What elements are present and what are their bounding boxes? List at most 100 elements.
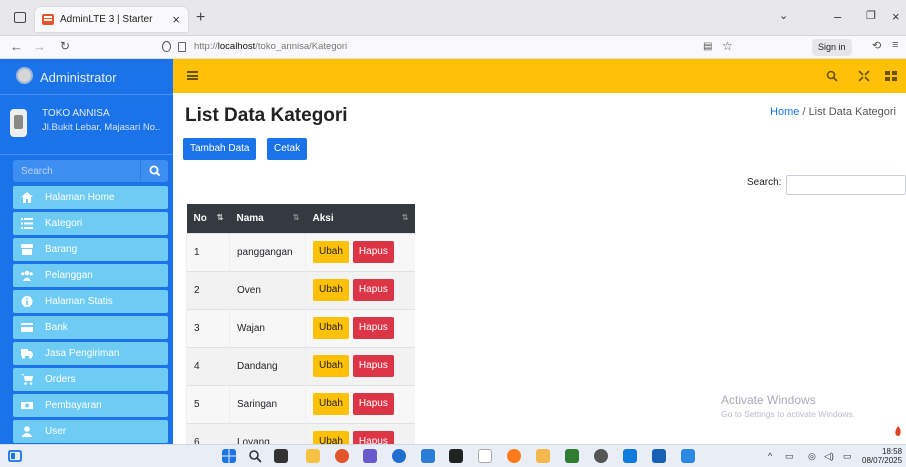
sidebar-item-label: Orders xyxy=(45,374,76,385)
bookmark-star-icon[interactable]: ☆ xyxy=(722,39,733,53)
sidebar-item-halaman-home[interactable]: Halaman Home xyxy=(13,186,168,209)
task-view-icon[interactable] xyxy=(274,449,288,463)
cart-icon xyxy=(21,374,33,385)
extensions-icon[interactable]: ⟲ xyxy=(872,39,881,52)
hapus-button[interactable]: Hapus xyxy=(352,431,394,444)
ubah-button[interactable]: Ubah xyxy=(313,355,349,377)
sign-in-button[interactable]: Sign in xyxy=(812,39,852,56)
table-search-input[interactable] xyxy=(786,175,906,195)
sidebar-search-input[interactable] xyxy=(13,160,140,182)
hapus-button[interactable]: Hapus xyxy=(352,355,394,377)
minimize-icon[interactable]: – xyxy=(834,9,841,24)
truck-icon xyxy=(21,349,33,359)
windows-taskbar: ^ ▭ ◎ ◁) ▭ 18:58 08/07/2025 xyxy=(0,444,906,467)
app-icon-10[interactable] xyxy=(565,449,579,463)
cell-aksi: Ubah Hapus xyxy=(305,270,415,309)
system-clock[interactable]: 18:58 08/07/2025 xyxy=(862,447,902,465)
edge-icon[interactable] xyxy=(392,449,406,463)
sidebar-item-kategori[interactable]: Kategori xyxy=(13,212,168,235)
cell-no: 6 xyxy=(186,422,230,444)
close-tab-icon[interactable]: × xyxy=(172,12,180,27)
ubah-button[interactable]: Ubah xyxy=(313,317,349,339)
table-row: 4 Dandang Ubah Hapus xyxy=(186,346,415,385)
scroll-to-top-button[interactable] xyxy=(890,420,906,442)
app-icon-7[interactable] xyxy=(478,449,492,463)
ubah-button[interactable]: Ubah xyxy=(313,431,349,444)
sidebar-item-barang[interactable]: Barang xyxy=(13,238,168,261)
close-window-icon[interactable]: × xyxy=(892,9,900,24)
app-icon-3[interactable] xyxy=(363,449,377,463)
app-icon-11[interactable] xyxy=(594,449,608,463)
tambah-data-button[interactable]: Tambah Data xyxy=(183,138,257,160)
hapus-button[interactable]: Hapus xyxy=(352,279,394,301)
sidebar: Administrator TOKO ANNISA Jl.Bukit Lebar… xyxy=(0,59,173,444)
brand-text: Administrator xyxy=(40,70,117,85)
breadcrumb-home-link[interactable]: Home xyxy=(770,106,799,118)
sidebar-item-pembayaran[interactable]: Pembayaran xyxy=(13,394,168,417)
address-bar[interactable]: http://localhost/toko_annisa/Kategori xyxy=(178,39,738,56)
sidebar-item-orders[interactable]: Orders xyxy=(13,368,168,391)
url-text[interactable]: http://localhost/toko_annisa/Kategori xyxy=(194,41,347,52)
tab-overview-icon[interactable] xyxy=(14,12,26,23)
restore-icon[interactable]: ❐ xyxy=(866,9,876,22)
sidebar-item-bank[interactable]: Bank xyxy=(13,316,168,339)
cell-nama: Wajan xyxy=(229,308,306,347)
battery-icon[interactable]: ▭ xyxy=(843,451,852,462)
browser-tab[interactable]: AdminLTE 3 | Starter × xyxy=(35,7,188,32)
file-explorer-icon[interactable] xyxy=(536,449,550,463)
fullscreen-icon[interactable] xyxy=(858,70,870,82)
sidebar-item-label: Halaman Home xyxy=(45,192,115,203)
windows-start-icon[interactable] xyxy=(222,449,236,463)
app-icon-5[interactable] xyxy=(421,449,435,463)
cetak-button[interactable]: Cetak xyxy=(267,138,308,160)
app-icon-2[interactable] xyxy=(335,449,349,463)
app-icon-12[interactable] xyxy=(623,449,637,463)
column-header-no[interactable]: No ⇅ xyxy=(186,204,230,233)
sidebar-search-button[interactable] xyxy=(140,160,168,182)
search-icon[interactable] xyxy=(248,449,262,463)
sidebar-item-label: Halaman Statis xyxy=(45,296,113,307)
firefox-icon[interactable] xyxy=(507,449,521,463)
cell-aksi: Ubah Hapus xyxy=(305,232,415,271)
hapus-button[interactable]: Hapus xyxy=(352,241,394,263)
reload-icon[interactable]: ↻ xyxy=(60,39,70,53)
column-header-aksi[interactable]: Aksi ⇅ xyxy=(305,204,415,233)
menu-icon[interactable]: ≡ xyxy=(892,39,898,51)
widgets-icon[interactable] xyxy=(8,449,22,463)
users-icon xyxy=(21,270,33,281)
chevron-down-icon[interactable]: ⌄ xyxy=(779,9,788,22)
app-icon-13[interactable] xyxy=(652,449,666,463)
grid-icon[interactable] xyxy=(885,70,897,82)
reader-view-icon[interactable]: ▤ xyxy=(703,41,712,52)
sidebar-item-halaman-statis[interactable]: Halaman Statis xyxy=(13,290,168,313)
tray-app-icon[interactable]: ▭ xyxy=(785,451,794,462)
sidebar-item-jasa-pengiriman[interactable]: Jasa Pengiriman xyxy=(13,342,168,365)
column-header-nama[interactable]: Nama ⇅ xyxy=(229,204,306,233)
back-icon[interactable]: ← xyxy=(10,39,23,54)
hapus-button[interactable]: Hapus xyxy=(352,317,394,339)
network-icon[interactable]: ◎ xyxy=(808,451,816,462)
hamburger-menu-icon[interactable] xyxy=(187,71,198,80)
browser-nav-bar: ← → ↻ http://localhost/toko_annisa/Kateg… xyxy=(0,36,906,59)
hapus-button[interactable]: Hapus xyxy=(352,393,394,415)
tracking-shield-icon[interactable] xyxy=(162,41,171,52)
app-icon-6[interactable] xyxy=(449,449,463,463)
vscode-icon[interactable] xyxy=(681,449,695,463)
sidebar-item-user[interactable]: User xyxy=(13,420,168,443)
tray-chevron-icon[interactable]: ^ xyxy=(768,451,772,461)
forward-icon[interactable]: → xyxy=(33,39,46,54)
table-row: 5 Saringan Ubah Hapus xyxy=(186,384,415,423)
ubah-button[interactable]: Ubah xyxy=(313,279,349,301)
brand-link[interactable]: Administrator xyxy=(0,59,173,95)
volume-icon[interactable]: ◁) xyxy=(824,451,834,462)
search-icon[interactable] xyxy=(826,70,838,82)
new-tab-button[interactable]: + xyxy=(196,9,205,27)
ubah-button[interactable]: Ubah xyxy=(313,241,349,263)
search-icon xyxy=(149,165,161,177)
app-icon-1[interactable] xyxy=(306,449,320,463)
ubah-button[interactable]: Ubah xyxy=(313,393,349,415)
sidebar-item-pelanggan[interactable]: Pelanggan xyxy=(13,264,168,287)
money-icon xyxy=(21,402,33,409)
user-panel[interactable]: TOKO ANNISA Jl.Bukit Lebar, Majasari No.… xyxy=(0,95,173,155)
search-label: Search: xyxy=(747,177,782,188)
